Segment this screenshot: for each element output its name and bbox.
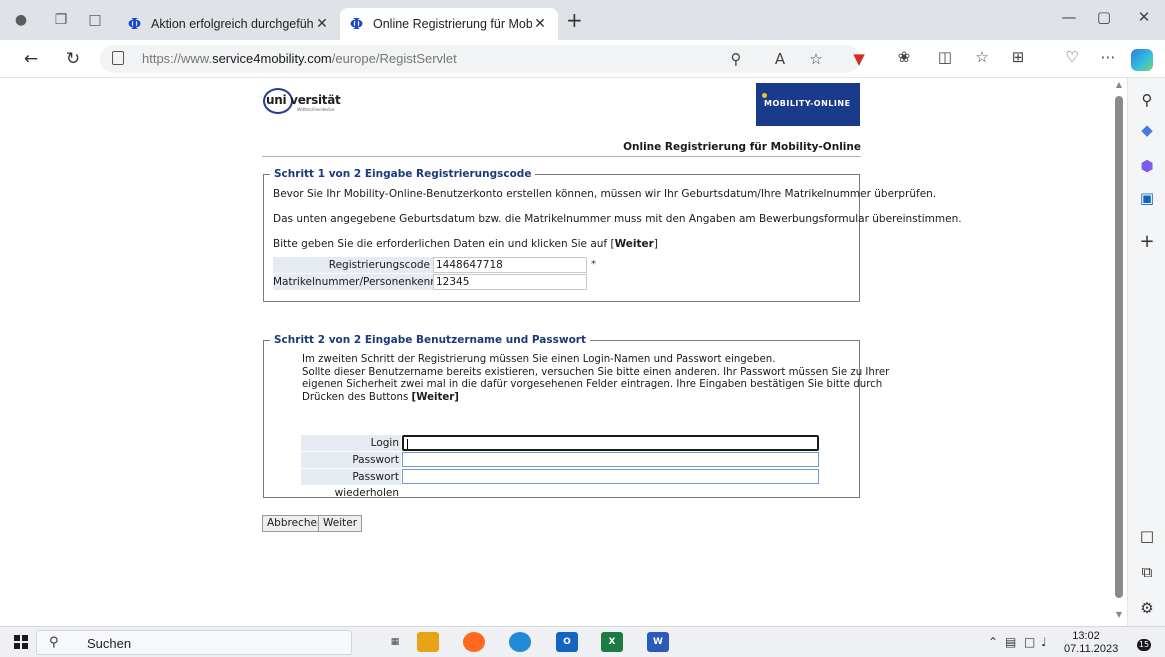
- step1-legend: Schritt 1 von 2 Eingabe Registrierungsco…: [274, 168, 532, 180]
- search-icon: ⚲: [49, 635, 59, 650]
- workspaces-icon[interactable]: ❐: [52, 11, 70, 29]
- outlook-icon[interactable]: ▣: [1137, 188, 1157, 208]
- step2-legend: Schritt 2 von 2 Eingabe Benutzername und…: [274, 334, 587, 346]
- tab-online-registrierung[interactable]: Φ Online Registrierung für Mobility ✕: [340, 8, 558, 40]
- scrollbar-thumb[interactable]: [1115, 96, 1123, 598]
- new-tab-button[interactable]: +: [566, 10, 583, 30]
- passwort-input[interactable]: [402, 452, 819, 467]
- back-arrow-icon[interactable]: ←: [20, 49, 42, 69]
- login-input[interactable]: [402, 435, 819, 451]
- browser-essentials-icon[interactable]: ♡: [1061, 48, 1083, 66]
- scroll-down-arrow-icon[interactable]: ▼: [1113, 610, 1125, 619]
- mobility-online-logo: MOBILITY-ONLINE: [756, 83, 860, 126]
- tab-title: Online Registrierung für Mobility: [373, 17, 532, 31]
- gear-icon[interactable]: ⚙: [1137, 598, 1157, 618]
- url-text[interactable]: https://www.service4mobility.com/europe/…: [142, 51, 457, 66]
- matrikelnummer-value: 12345: [433, 274, 587, 290]
- required-marker: *: [591, 259, 596, 270]
- tab-title: Aktion erfolgreich durchgeführt!: [151, 17, 314, 31]
- registrierungscode-value: 1448647718: [433, 257, 587, 273]
- step1-paragraph-2: Das unten angegebene Geburtsdatum bzw. d…: [273, 213, 962, 225]
- search-icon[interactable]: ⚲: [1137, 90, 1157, 110]
- favorites-icon[interactable]: ☆: [971, 48, 993, 66]
- file-explorer-icon[interactable]: [417, 632, 439, 652]
- more-menu-icon[interactable]: ⋯: [1097, 48, 1119, 66]
- web-page: uni versität Witten/Herdecke MOBILITY-ON…: [0, 78, 1110, 626]
- windows-taskbar: ⚲ Suchen ▦ O X W ⌃ ▤ □ ♩ 13:02 07.11.202…: [0, 626, 1165, 657]
- step1-paragraph-1: Bevor Sie Ihr Mobility-Online-Benutzerko…: [273, 188, 937, 200]
- task-view-icon[interactable]: ▦: [384, 632, 406, 652]
- notification-icon[interactable]: 15: [1129, 633, 1151, 651]
- external-link-icon[interactable]: ⧉: [1137, 562, 1157, 582]
- shield-extension-icon[interactable]: ▼: [849, 50, 869, 68]
- university-logo: uni versität Witten/Herdecke: [263, 86, 353, 118]
- matrikelnummer-label: Matrikelnummer/Personenkennzeichen: [273, 274, 478, 290]
- notification-count: 15: [1137, 639, 1151, 651]
- login-label: Login: [301, 435, 401, 451]
- outlook-taskbar-icon[interactable]: O: [556, 632, 578, 652]
- passwort-wiederholen-label: Passwort wiederholen: [301, 469, 401, 499]
- word-icon[interactable]: W: [647, 632, 669, 652]
- page-title: Online Registrierung für Mobility-Online: [623, 141, 861, 153]
- browser-tab-bar: ● ❐ □ Φ Aktion erfolgreich durchgeführt!…: [0, 0, 1165, 40]
- taskbar-search[interactable]: ⚲ Suchen: [36, 630, 352, 655]
- edge-sidebar: ⚲ ◆ ⬢ ▣ + □ ⧉ ⚙: [1127, 78, 1165, 626]
- windows-start-icon[interactable]: [14, 635, 28, 649]
- weiter-button[interactable]: Weiter: [318, 515, 363, 532]
- display-icon[interactable]: □: [1024, 635, 1035, 649]
- mobility-favicon-icon: Φ: [128, 15, 142, 33]
- taskbar-clock[interactable]: 13:02 07.11.2023: [1064, 630, 1118, 656]
- close-window-button[interactable]: ✕: [1133, 8, 1155, 26]
- volume-icon[interactable]: ♩: [1041, 635, 1047, 649]
- step2-instructions: Im zweiten Schritt der Registrierung müs…: [302, 354, 890, 403]
- site-info-icon[interactable]: [112, 51, 124, 65]
- divider: [262, 156, 861, 157]
- key-icon[interactable]: ⚲: [726, 50, 746, 68]
- address-bar[interactable]: https://www.service4mobility.com/europe/…: [100, 45, 865, 73]
- close-tab-icon[interactable]: ✕: [314, 16, 330, 32]
- taskbar-search-placeholder: Suchen: [87, 636, 132, 651]
- maximize-button[interactable]: ▢: [1093, 8, 1115, 26]
- tools-icon[interactable]: ⬢: [1137, 156, 1157, 176]
- firefox-icon[interactable]: [463, 632, 485, 652]
- close-tab-icon[interactable]: ✕: [532, 16, 548, 32]
- profile-icon[interactable]: ●: [12, 11, 30, 29]
- scroll-up-arrow-icon[interactable]: ▲: [1113, 80, 1125, 89]
- passwort-label: Passwort: [301, 452, 401, 468]
- mobility-favicon-icon: Φ: [350, 15, 364, 33]
- minimize-button[interactable]: —: [1058, 8, 1080, 26]
- add-sidebar-app-icon[interactable]: +: [1137, 232, 1157, 252]
- tab-actions-icon[interactable]: □: [86, 11, 104, 29]
- passwort-wiederholen-input[interactable]: [402, 469, 819, 484]
- copilot-icon[interactable]: [1131, 49, 1153, 71]
- chevron-up-icon[interactable]: ⌃: [988, 635, 998, 649]
- registrierungscode-label: Registrierungscode: [273, 257, 433, 273]
- sidebar-toggle-icon[interactable]: □: [1137, 526, 1157, 546]
- read-aloud-icon[interactable]: A: [770, 50, 790, 68]
- step1-paragraph-3: Bitte geben Sie die erforderlichen Daten…: [273, 238, 658, 250]
- tab-aktion-erfolgreich[interactable]: Φ Aktion erfolgreich durchgeführt! ✕: [118, 8, 340, 40]
- extensions-icon[interactable]: ❀: [893, 48, 915, 66]
- split-screen-icon[interactable]: ◫: [934, 48, 956, 66]
- collections-icon[interactable]: ⊞: [1007, 48, 1029, 66]
- refresh-icon[interactable]: ↻: [62, 49, 84, 69]
- excel-icon[interactable]: X: [601, 632, 623, 652]
- edge-icon[interactable]: [509, 632, 531, 652]
- favorite-star-icon[interactable]: ☆: [806, 50, 826, 68]
- network-icon[interactable]: ▤: [1005, 635, 1016, 649]
- shopping-tag-icon[interactable]: ◆: [1137, 120, 1157, 140]
